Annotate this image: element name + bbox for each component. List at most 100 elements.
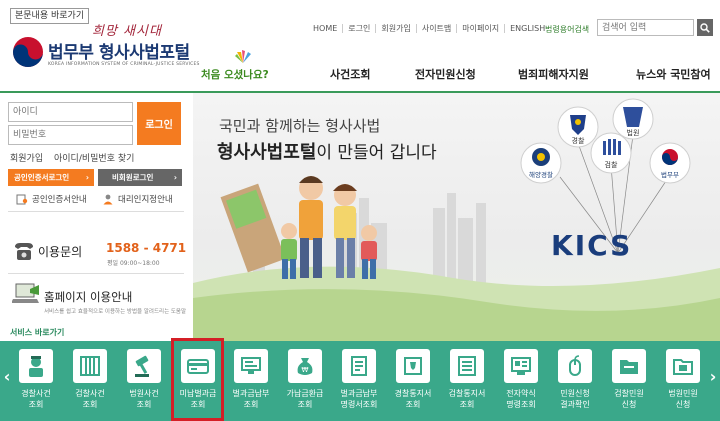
service-prosecution-case[interactable]: 검찰사건 조회 xyxy=(68,345,112,421)
service-police-case[interactable]: 경찰사건 조회 xyxy=(14,345,58,421)
site-subtitle: KOREA INFORMATION SYSTEM OF CRIMINAL-JUS… xyxy=(48,62,200,67)
certificate-icon xyxy=(16,194,28,204)
util-nav-sitemap[interactable]: 사이트맵 xyxy=(415,24,456,33)
cert-guide-link[interactable]: 공인인증서안내 xyxy=(16,193,87,205)
kics-logo: KICS xyxy=(551,229,632,262)
pinwheel-icon xyxy=(235,50,251,63)
login-links: 회원가입 아이디/비밀번호 찾기 xyxy=(10,151,134,164)
service-e-summary-order[interactable]: 전자약식 명령조회 xyxy=(499,345,543,421)
svg-text:해양경찰: 해양경찰 xyxy=(529,170,553,179)
prosecution-notice-icon xyxy=(450,349,484,383)
nonmember-login-label: 비회원로그인 xyxy=(112,173,154,182)
service-label: 전자약식 명령조회 xyxy=(506,389,536,409)
svg-text:KICS: KICS xyxy=(551,229,632,262)
service-court-case[interactable]: 법원사건 조회 xyxy=(122,345,166,421)
services-prev-button[interactable]: ‹ xyxy=(1,361,13,391)
service-court-petition[interactable]: 법원민원 신청 xyxy=(661,345,705,421)
svg-text:법무부: 법무부 xyxy=(661,170,679,179)
services-title: 서비스 바로가기 xyxy=(10,328,65,337)
nav-e-petition[interactable]: 전자민원신청 xyxy=(415,66,476,82)
family-illustration-icon xyxy=(220,176,377,279)
laptop-guide-icon xyxy=(12,283,39,303)
service-label: 검찰사건 조회 xyxy=(75,389,105,409)
search-icon xyxy=(700,22,710,33)
password-input[interactable] xyxy=(8,125,133,145)
service-prosecution-notice[interactable]: 검찰통지서 조회 xyxy=(445,345,489,421)
svg-text:검찰: 검찰 xyxy=(605,160,618,169)
cert-guide-label: 공인인증서안내 xyxy=(32,195,87,205)
banner-subheadline: 형사사법포털이 만들어 갑니다 xyxy=(217,138,437,164)
money-bag-icon: ₩ xyxy=(288,349,322,383)
service-prosecution-petition[interactable]: 검찰민원 신청 xyxy=(607,345,651,421)
proxy-guide-label: 대리인지정안내 xyxy=(118,195,173,205)
balloon-court-icon: 법원 xyxy=(612,98,654,140)
main-nav: 처음 오셨나요? 사건조회 전자민원신청 범죄피해자지원 뉴스와 국민참여 xyxy=(193,50,720,88)
nav-news-participation[interactable]: 뉴스와 국민참여 xyxy=(636,66,711,82)
service-label: 민원신청 결과확인 xyxy=(560,389,590,409)
balloon-ministry-justice-icon: 법무부 xyxy=(649,142,691,184)
court-folder-icon xyxy=(666,349,700,383)
search-button[interactable] xyxy=(697,19,713,36)
find-account-link[interactable]: 아이디/비밀번호 찾기 xyxy=(54,154,134,164)
service-label: 벌과금납부 조회 xyxy=(232,389,270,409)
guide-description: 서비스를 쉽고 효율적으로 이용하는 방법을 알려드리는 도움말 xyxy=(44,309,187,315)
nonmember-login-button[interactable]: 비회원로그인 › xyxy=(98,169,182,186)
utility-nav: HOME 로그인 회원가입 사이트맵 마이페이지 ENGLISH xyxy=(308,24,550,33)
cert-login-button[interactable]: 공인인증서로그인 › xyxy=(8,169,94,186)
nav-case-inquiry[interactable]: 사건조회 xyxy=(330,66,370,82)
signup-link[interactable]: 회원가입 xyxy=(10,154,43,164)
contact-hours: 평일 09:00~18:00 xyxy=(107,260,160,267)
main-banner[interactable]: 경찰 법원 해양경찰 검찰 법무부 KICS 국민과 함께하는 형사사법 형사사… xyxy=(193,93,720,341)
nav-first-visit-label: 처음 오셨나요? xyxy=(201,69,269,81)
electronic-order-icon xyxy=(504,349,538,383)
chevron-right-icon: › xyxy=(709,366,717,386)
police-officer-icon xyxy=(19,349,53,383)
banner-headline: 국민과 함께하는 형사사법 xyxy=(219,117,381,135)
banner-subheadline-rest: 이 만들어 갑니다 xyxy=(316,143,437,163)
service-label: 법원민원 신청 xyxy=(668,389,698,409)
chevron-left-icon: ‹ xyxy=(3,366,11,386)
service-label: 벌과금납부 명령서조회 xyxy=(340,389,378,409)
search-input[interactable] xyxy=(597,19,694,36)
service-petition-result[interactable]: 민원신청 결과확인 xyxy=(553,345,597,421)
service-fine-payment[interactable]: 벌과금납부 조회 xyxy=(229,345,273,421)
service-label: 경찰통지서 조회 xyxy=(394,389,432,409)
nav-first-visit[interactable]: 처음 오셨나요? xyxy=(193,50,289,88)
guide-label[interactable]: 홈페이지 이용안내 xyxy=(44,289,132,305)
service-provisional-refund[interactable]: ₩ 가납금환급 조회 xyxy=(283,345,327,421)
service-label: 법원사건 조회 xyxy=(129,389,159,409)
nav-victim-support[interactable]: 범죄피해자지원 xyxy=(518,66,589,82)
svg-text:₩: ₩ xyxy=(302,366,309,374)
balloon-police-icon: 경찰 xyxy=(557,106,599,148)
police-notice-icon xyxy=(396,349,430,383)
service-payment-order[interactable]: 벌과금납부 명령서조회 xyxy=(337,345,381,421)
id-input[interactable] xyxy=(8,102,133,122)
unpaid-fines-highlight xyxy=(171,338,224,421)
banner-portal-name: 형사사법포털 xyxy=(217,142,317,163)
util-nav-signup[interactable]: 회원가입 xyxy=(375,24,415,33)
util-nav-home[interactable]: HOME xyxy=(308,24,342,33)
chevron-right-icon: › xyxy=(85,173,89,182)
mouse-icon xyxy=(558,349,592,383)
service-label: 가납금환급 조회 xyxy=(286,389,324,409)
logo-slogan: 희망 새시대 xyxy=(92,24,162,39)
person-icon xyxy=(103,194,113,204)
svg-text:법원: 법원 xyxy=(627,128,640,137)
util-nav-english[interactable]: ENGLISH xyxy=(504,24,550,33)
taegeuk-emblem-icon xyxy=(13,37,43,67)
contact-label: 이용문의 xyxy=(38,245,83,259)
service-police-notice[interactable]: 경찰통지서 조회 xyxy=(391,345,435,421)
site-logo[interactable]: 희망 새시대 법무부 형사사법포털 KOREA INFORMATION SYST… xyxy=(10,20,210,72)
login-button[interactable]: 로그인 xyxy=(137,102,181,145)
util-nav-mypage[interactable]: 마이페이지 xyxy=(456,24,504,33)
util-nav-login[interactable]: 로그인 xyxy=(342,24,375,33)
panel-divider xyxy=(8,211,184,212)
services-next-button[interactable]: › xyxy=(707,361,719,391)
glossary-search-link[interactable]: 법령용어검색 xyxy=(545,24,589,35)
document-icon xyxy=(342,349,376,383)
panel-divider xyxy=(8,273,184,274)
chevron-right-icon: › xyxy=(173,173,177,182)
balloon-coast-guard-icon: 해양경찰 xyxy=(520,142,562,184)
service-label: 검찰통지서 조회 xyxy=(448,389,486,409)
proxy-guide-link[interactable]: 대리인지정안내 xyxy=(102,193,173,205)
